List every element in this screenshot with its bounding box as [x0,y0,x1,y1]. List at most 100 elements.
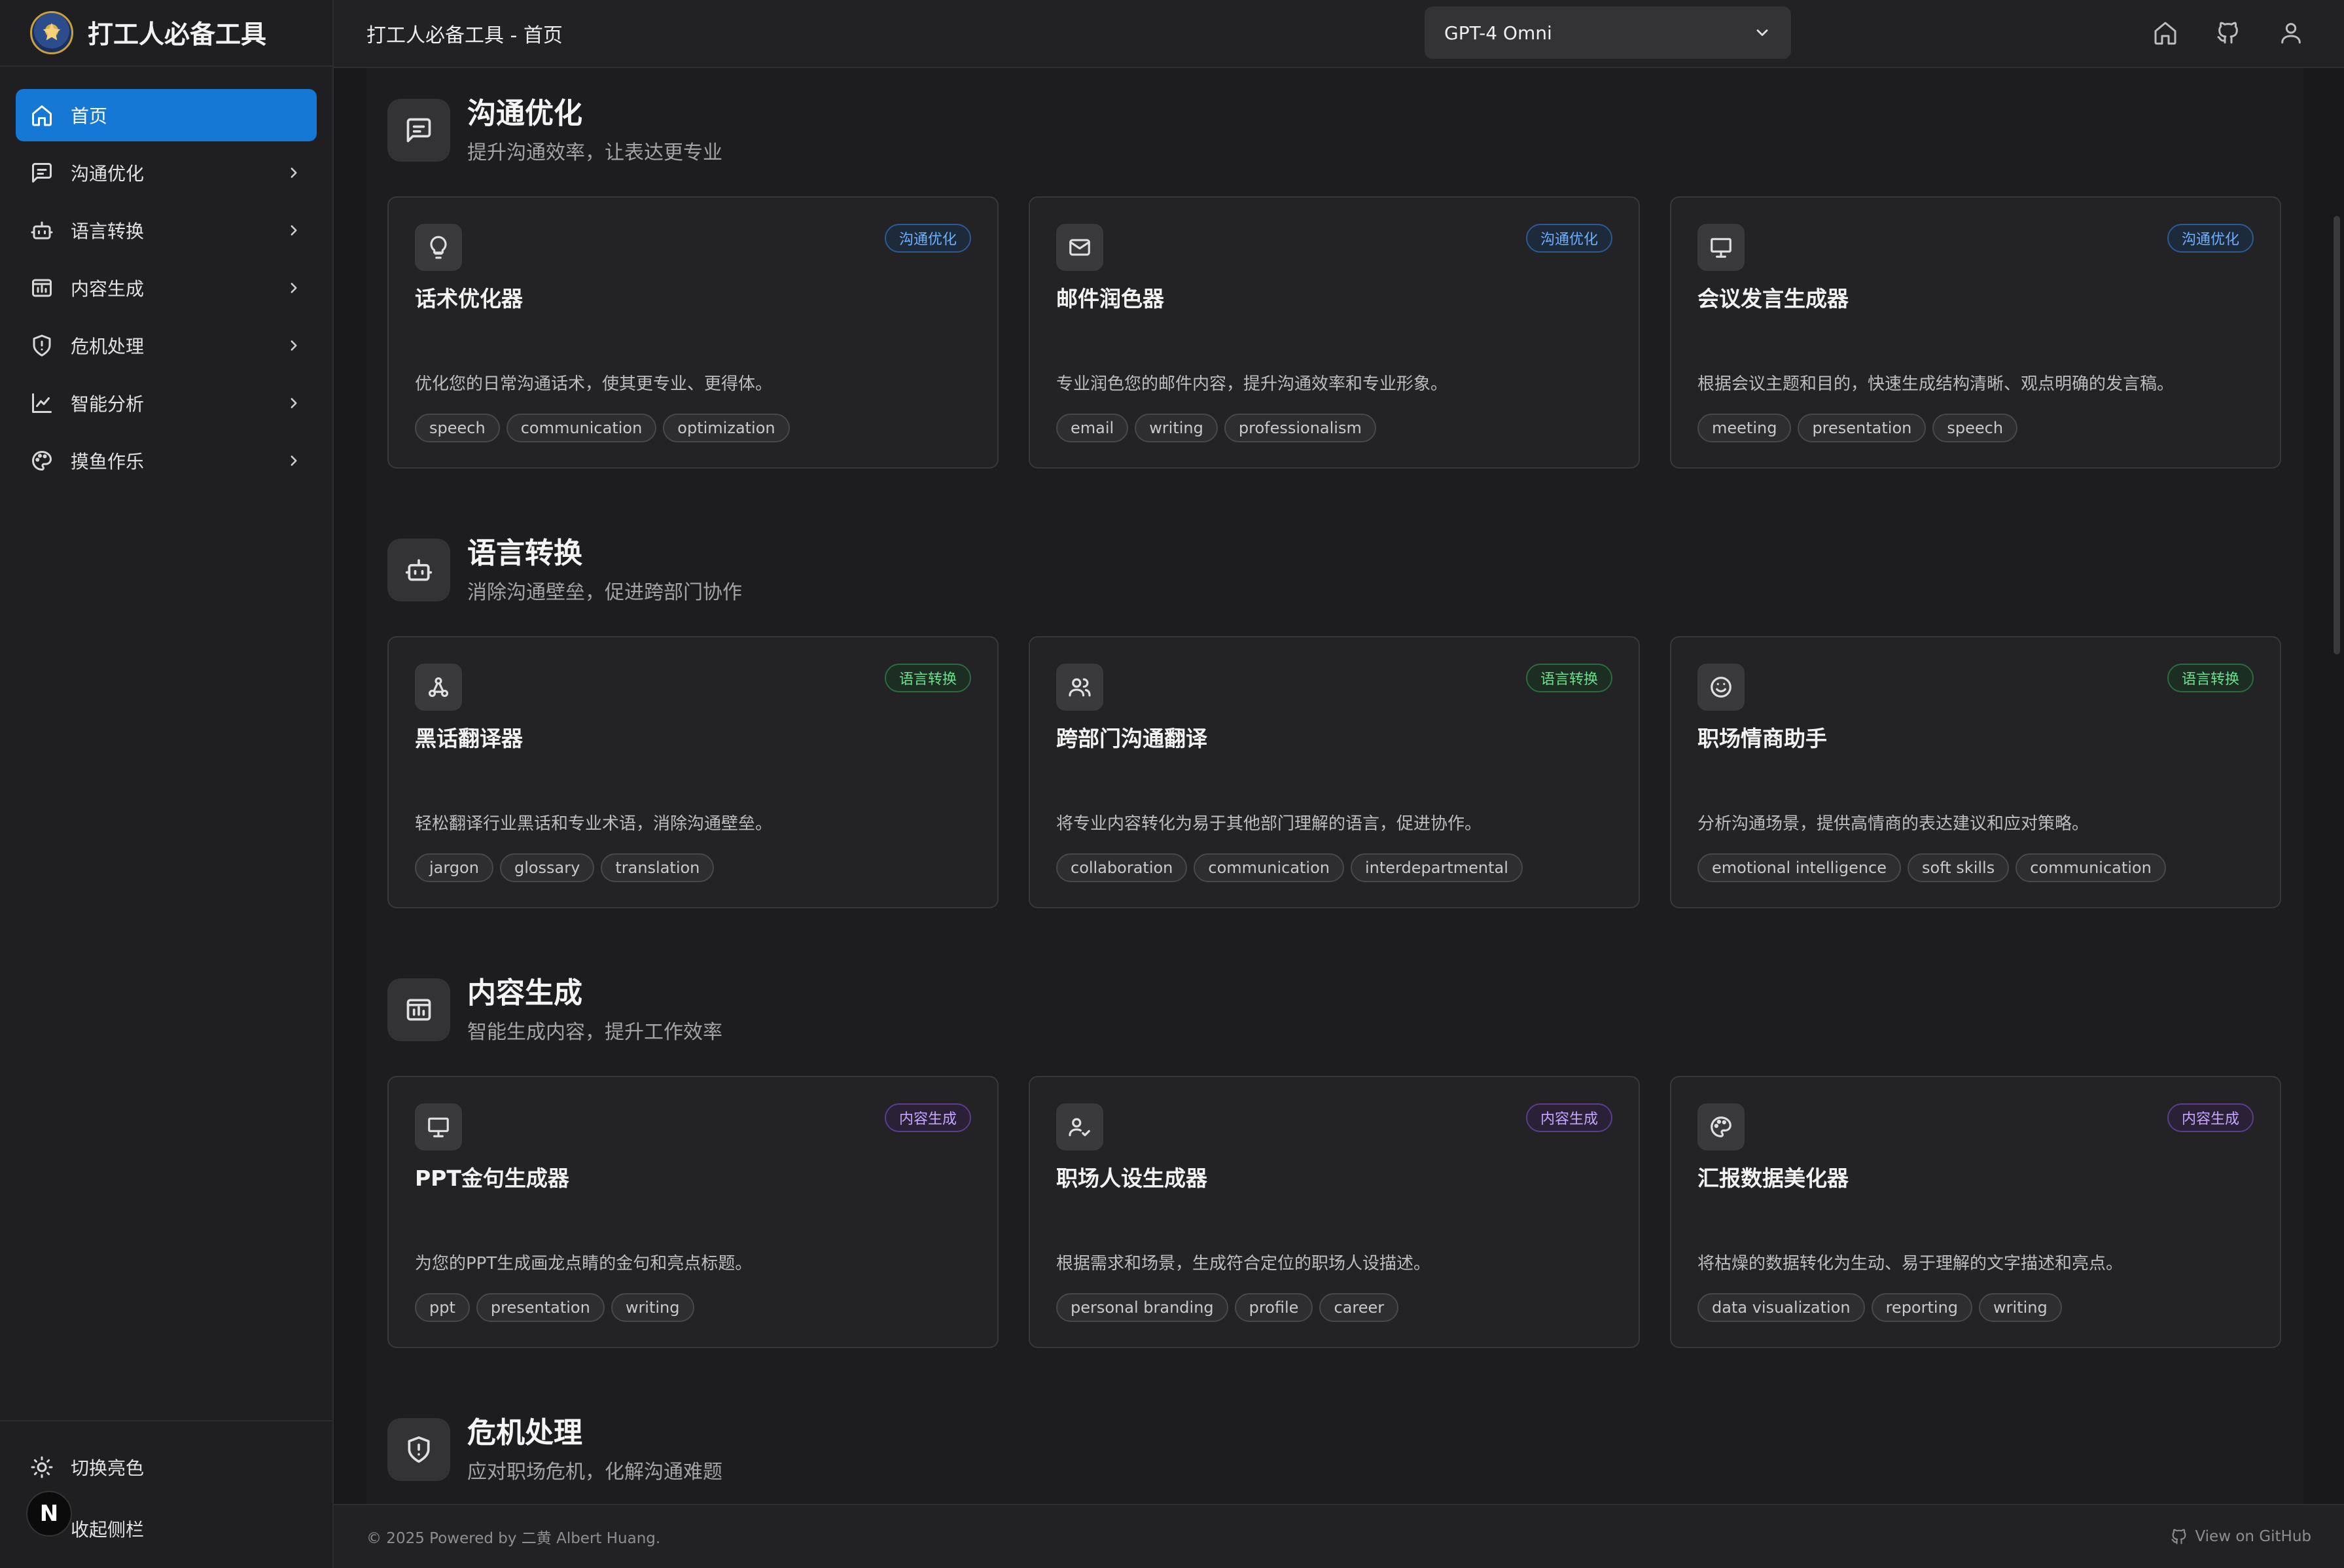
card-title: PPT金句生成器 [415,1166,569,1191]
n-badge[interactable]: N [26,1491,72,1537]
card-title: 职场情商助手 [1697,726,1827,751]
card-description: 根据会议主题和目的，快速生成结构清晰、观点明确的发言稿。 [1697,374,2175,394]
tag-list: speech communication optimization [415,414,790,442]
tag[interactable]: soft skills [1908,853,2010,882]
tag-list: email writing professionalism [1056,414,1376,442]
tool-card[interactable]: 内容生成 PPT金句生成器 为您的PPT生成画龙点睛的金句和亮点标题。 ppt … [387,1076,999,1348]
tag[interactable]: jargon [415,853,493,882]
user-icon[interactable] [2278,20,2304,46]
model-select[interactable]: GPT-4 Omni [1425,7,1791,59]
tool-card[interactable]: 语言转换 黑话翻译器 轻松翻译行业黑话和专业术语，消除沟通壁垒。 jargon … [387,636,999,908]
shield-icon [30,334,54,357]
sidebar-item-fun[interactable]: 摸鱼作乐 [16,435,317,487]
tag[interactable]: glossary [499,853,595,882]
palette-icon [1697,1103,1745,1150]
tag[interactable]: data visualization [1697,1293,1865,1322]
main-scrollbar[interactable] [2334,216,2340,654]
tool-card[interactable]: 内容生成 职场人设生成器 根据需求和场景，生成符合定位的职场人设描述。 pers… [1029,1076,1640,1348]
github-link[interactable]: View on GitHub [2170,1527,2311,1546]
tag[interactable]: professionalism [1224,414,1376,442]
tool-card[interactable]: 沟通优化 话术优化器 优化您的日常沟通话术，使其更专业、更得体。 speech … [387,196,999,469]
card-title: 黑话翻译器 [415,726,523,751]
tag[interactable]: speech [415,414,500,442]
tag[interactable]: communication [1194,853,1344,882]
card-description: 分析沟通场景，提供高情商的表达建议和应对策略。 [1697,814,2089,834]
tag[interactable]: personal branding [1056,1293,1228,1322]
category-badge: 语言转换 [884,664,971,692]
card-title: 话术优化器 [415,286,523,312]
tag[interactable]: presentation [1798,414,1927,442]
app-title: 打工人必备工具 [88,20,267,50]
sidebar-item-home[interactable]: 首页 [16,89,317,141]
tag-list: ppt presentation writing [415,1293,694,1322]
brand[interactable]: 打工人必备工具 [0,0,332,67]
chevron-right-icon [285,164,302,181]
tag[interactable]: speech [1932,414,2018,442]
sidebar-item-crisis[interactable]: 危机处理 [16,319,317,372]
tag[interactable]: collaboration [1056,853,1188,882]
card-description: 将专业内容转化为易于其他部门理解的语言，促进协作。 [1056,814,1482,834]
tag[interactable]: meeting [1697,414,1792,442]
sidebar-item-label: 语言转换 [71,221,145,242]
tag[interactable]: interdepartmental [1351,853,1523,882]
section-header-crisis: 危机处理 应对职场危机，化解沟通难题 [387,1415,722,1484]
presentation-icon [415,1103,462,1150]
footer: © 2025 Powered by 二黄 Albert Huang. View … [334,1504,2344,1568]
home-icon[interactable] [2152,20,2178,46]
card-description: 优化您的日常沟通话术，使其更专业、更得体。 [415,374,773,394]
tag[interactable]: writing [1135,414,1218,442]
collapse-label: 收起侧栏 [71,1519,145,1541]
tag-list: jargon glossary translation [415,853,715,882]
home-icon [30,103,54,127]
workflow-icon [415,664,462,711]
sidebar-item-label: 内容生成 [71,278,145,300]
tag[interactable]: communication [506,414,657,442]
section-subtitle: 应对职场危机，化解沟通难题 [467,1461,722,1484]
github-icon[interactable] [2215,20,2241,46]
tag-list: data visualization reporting writing [1697,1293,2062,1322]
model-select-value: GPT-4 Omni [1444,22,1552,44]
category-badge: 沟通优化 [1525,224,1612,253]
tag[interactable]: writing [1979,1293,2062,1322]
tool-card[interactable]: 沟通优化 会议发言生成器 根据会议主题和目的，快速生成结构清晰、观点明确的发言稿… [1670,196,2281,469]
category-badge: 沟通优化 [884,224,971,253]
github-icon [2171,1529,2186,1544]
tag[interactable]: writing [611,1293,694,1322]
section-title: 语言转换 [467,537,582,570]
mail-icon [1056,224,1103,271]
github-link-label: View on GitHub [2195,1528,2311,1545]
tag[interactable]: ppt [415,1293,470,1322]
folder-chart-icon [30,276,54,300]
tag[interactable]: emotional intelligence [1697,853,1902,882]
tag[interactable]: optimization [663,414,790,442]
tag[interactable]: communication [2015,853,2166,882]
tag[interactable]: reporting [1871,1293,1973,1322]
sidebar-item-language[interactable]: 语言转换 [16,204,317,257]
tool-card[interactable]: 内容生成 汇报数据美化器 将枯燥的数据转化为生动、易于理解的文字描述和亮点。 d… [1670,1076,2281,1348]
tag[interactable]: profile [1234,1293,1313,1322]
tool-card[interactable]: 语言转换 跨部门沟通翻译 将专业内容转化为易于其他部门理解的语言，促进协作。 c… [1029,636,1640,908]
brand-logo [30,11,73,54]
sidebar-item-content[interactable]: 内容生成 [16,262,317,314]
chevron-down-icon [1756,29,1768,36]
sidebar-item-communication[interactable]: 沟通优化 [16,147,317,199]
tag[interactable]: email [1056,414,1129,442]
tool-card[interactable]: 语言转换 职场情商助手 分析沟通场景，提供高情商的表达建议和应对策略。 emot… [1670,636,2281,908]
section-header-language: 语言转换 消除沟通壁垒，促进跨部门协作 [387,535,742,605]
card-title: 跨部门沟通翻译 [1056,726,1207,751]
tag[interactable]: presentation [476,1293,605,1322]
chevron-right-icon [285,222,302,239]
robot-icon [30,219,54,242]
card-description: 根据需求和场景，生成符合定位的职场人设描述。 [1056,1254,1431,1274]
tag[interactable]: career [1319,1293,1399,1322]
user-check-icon [1056,1103,1103,1150]
folder-chart-icon [387,978,450,1041]
users-icon [1056,664,1103,711]
tag[interactable]: translation [601,853,715,882]
theme-toggle-button[interactable]: 切换亮色 [16,1441,317,1493]
line-chart-icon [30,391,54,415]
sidebar-item-analysis[interactable]: 智能分析 [16,377,317,429]
presentation-icon [1697,224,1745,271]
chevron-right-icon [285,337,302,354]
tool-card[interactable]: 沟通优化 邮件润色器 专业润色您的邮件内容，提升沟通效率和专业形象。 email… [1029,196,1640,469]
